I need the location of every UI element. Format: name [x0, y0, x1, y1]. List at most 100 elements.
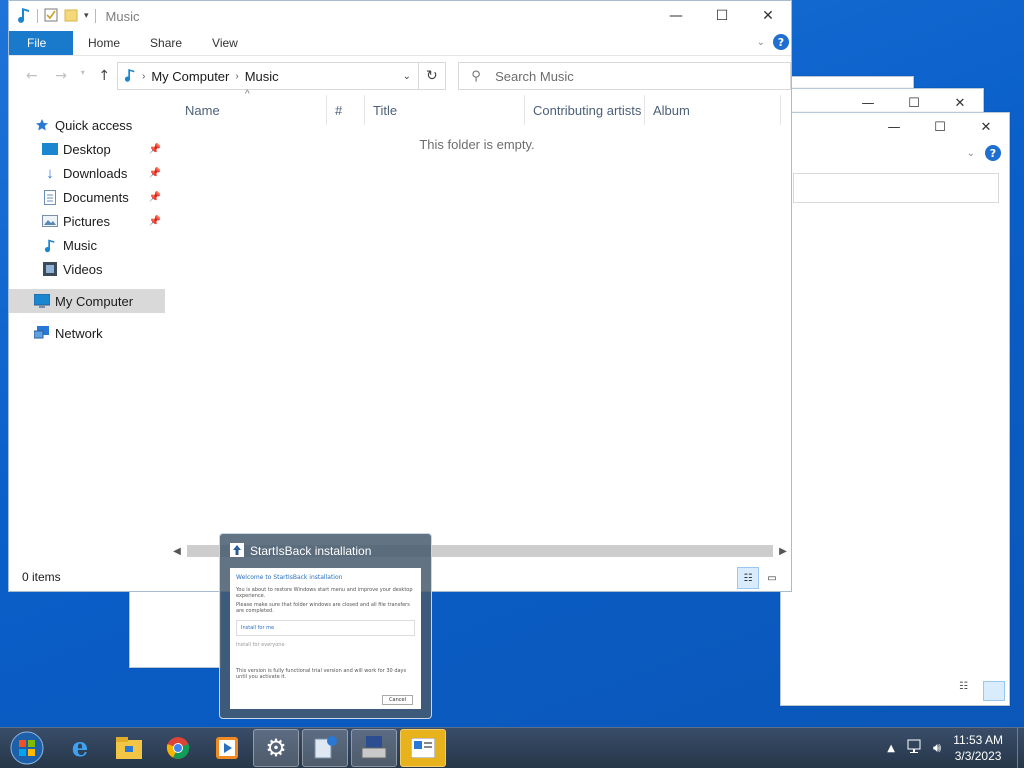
control-panel-icon[interactable] [400, 729, 446, 767]
minimize-icon[interactable]: — [871, 113, 917, 141]
settings-gear-icon[interactable]: ⚙ [253, 729, 299, 767]
breadcrumb-separator-icon[interactable]: › [235, 71, 238, 82]
taskbar-thumbnail-preview[interactable]: StartIsBack installation Welcome to Star… [219, 533, 432, 719]
preview-heading: Welcome to StartIsBack installation [236, 574, 343, 581]
tab-share[interactable]: Share [135, 31, 197, 55]
thumbnail-window-preview: Welcome to StartIsBack installation You … [230, 568, 421, 709]
chrome-icon[interactable] [155, 729, 201, 767]
music-location-icon [124, 68, 136, 85]
large-icons-view-icon[interactable]: ▭ [761, 567, 783, 589]
properties-icon[interactable] [44, 8, 58, 25]
breadcrumb-separator-icon[interactable]: › [142, 71, 145, 82]
sidebar-item-documents[interactable]: Documents 📌 [9, 185, 165, 209]
empty-folder-message: This folder is empty. [419, 137, 535, 152]
pin-icon[interactable]: 📌 [149, 168, 161, 179]
forward-arrow-icon[interactable]: → [48, 68, 73, 84]
up-arrow-icon[interactable]: ↑ [92, 68, 117, 84]
sidebar-item-label: Desktop [63, 141, 111, 157]
sidebar-item-quick-access[interactable]: Quick access [9, 113, 165, 137]
new-folder-icon[interactable] [64, 8, 78, 25]
sidebar-item-videos[interactable]: Videos [9, 257, 165, 281]
computer-monitor-icon[interactable] [351, 729, 397, 767]
taskbar: e ⚙ ▲ 🔊︎ 11:53 AM 3/3/2023 [0, 727, 1024, 768]
breadcrumb-my-computer[interactable]: My Computer [151, 69, 229, 84]
address-dropdown-icon[interactable]: ⌄ [396, 71, 418, 82]
internet-explorer-icon[interactable]: e [57, 729, 103, 767]
installer-taskbar-icon[interactable] [302, 729, 348, 767]
music-note-icon [17, 7, 31, 26]
maximize-icon[interactable]: ☐ [917, 113, 963, 141]
clock[interactable]: 11:53 AM 3/3/2023 [953, 732, 1003, 764]
column-number[interactable]: # [327, 95, 365, 125]
maximize-icon[interactable]: ☐ [699, 1, 745, 31]
background-window-4[interactable] [129, 588, 221, 668]
close-icon[interactable]: ✕ [745, 1, 791, 31]
tab-file[interactable]: File [9, 31, 73, 55]
search-icon: ⚲ [471, 68, 481, 84]
search-box-partial[interactable] [793, 173, 999, 203]
refresh-icon[interactable]: ↻ [418, 62, 447, 90]
sidebar-item-network[interactable]: Network [9, 321, 165, 345]
system-tray: ▲ 🔊︎ 11:53 AM 3/3/2023 [887, 728, 1024, 768]
explorer-window: ▾ Music — ☐ ✕ File Home Share View ⌄ ? ←… [8, 0, 792, 592]
details-view-icon[interactable]: ☷ [737, 567, 759, 589]
pin-icon[interactable]: 📌 [149, 216, 161, 227]
sort-ascending-icon: ^ [245, 89, 250, 100]
scroll-right-icon[interactable]: ▶ [777, 546, 789, 557]
pin-icon[interactable]: 📌 [149, 192, 161, 203]
preview-view-icon[interactable] [983, 681, 1005, 701]
navigation-bar: ← → ▾ ↑ › My Computer › Music ⌄ ↻ ⚲ [9, 55, 791, 96]
file-list[interactable]: ^ Name # Title Contributing artists Albu… [165, 89, 791, 563]
column-headers: ^ Name # Title Contributing artists Albu… [165, 89, 791, 125]
address-bar[interactable]: › My Computer › Music ⌄ [117, 62, 419, 90]
show-hidden-icons-icon[interactable]: ▲ [887, 743, 895, 754]
sidebar-item-my-computer[interactable]: My Computer [9, 289, 165, 313]
downloads-icon: ↓ [46, 164, 54, 182]
sidebar-item-label: Music [63, 237, 97, 253]
clock-date: 3/3/2023 [954, 749, 1002, 763]
show-desktop-button[interactable] [1017, 728, 1024, 768]
navigation-pane: Quick access Desktop 📌 ↓ Downloads 📌 Doc… [9, 95, 165, 563]
tab-view[interactable]: View [197, 31, 253, 55]
search-box[interactable]: ⚲ [458, 62, 791, 90]
search-input[interactable] [493, 67, 788, 85]
star-icon [33, 117, 51, 133]
breadcrumb-music[interactable]: Music [245, 69, 279, 84]
customize-dropdown-icon[interactable]: ▾ [84, 11, 89, 21]
file-explorer-icon[interactable] [106, 729, 152, 767]
column-album[interactable]: Album [645, 95, 781, 125]
scroll-left-icon[interactable]: ◀ [171, 546, 183, 557]
sidebar-item-label: Network [55, 325, 103, 341]
help-icon[interactable]: ? [773, 34, 789, 50]
preview-option: Install for me [236, 620, 415, 636]
help-icon[interactable]: ? [985, 145, 1001, 161]
start-button[interactable] [0, 729, 54, 767]
title-bar[interactable]: ▾ Music — ☐ ✕ [9, 1, 791, 31]
sidebar-item-music[interactable]: Music [9, 233, 165, 257]
videos-icon [41, 261, 59, 277]
computer-icon [33, 293, 51, 309]
expand-ribbon-icon[interactable]: ⌄ [757, 37, 765, 48]
minimize-icon[interactable]: — [653, 1, 699, 31]
divider [37, 9, 38, 23]
recent-locations-icon[interactable]: ▾ [78, 68, 88, 84]
background-window-3[interactable]: — ☐ ✕ ⌄ ? ☷ [780, 112, 1010, 706]
sidebar-item-desktop[interactable]: Desktop 📌 [9, 137, 165, 161]
installer-icon [230, 542, 244, 560]
sidebar-item-downloads[interactable]: ↓ Downloads 📌 [9, 161, 165, 185]
preview-option: Install for everyone [236, 642, 285, 648]
sidebar-item-label: Documents [63, 189, 129, 205]
close-icon[interactable]: ✕ [963, 113, 1009, 141]
column-contributing-artists[interactable]: Contributing artists [525, 95, 645, 125]
tab-home[interactable]: Home [73, 31, 135, 55]
details-view-icon[interactable]: ☷ [959, 681, 979, 699]
column-title[interactable]: Title [365, 95, 525, 125]
sidebar-item-pictures[interactable]: Pictures 📌 [9, 209, 165, 233]
media-player-icon[interactable] [204, 729, 250, 767]
network-status-icon[interactable] [907, 739, 925, 758]
back-arrow-icon[interactable]: ← [19, 68, 44, 84]
window-title: Music [105, 8, 140, 24]
volume-icon[interactable]: 🔊︎ [933, 741, 941, 756]
chevron-down-icon[interactable]: ⌄ [967, 148, 975, 159]
pin-icon[interactable]: 📌 [149, 144, 161, 155]
